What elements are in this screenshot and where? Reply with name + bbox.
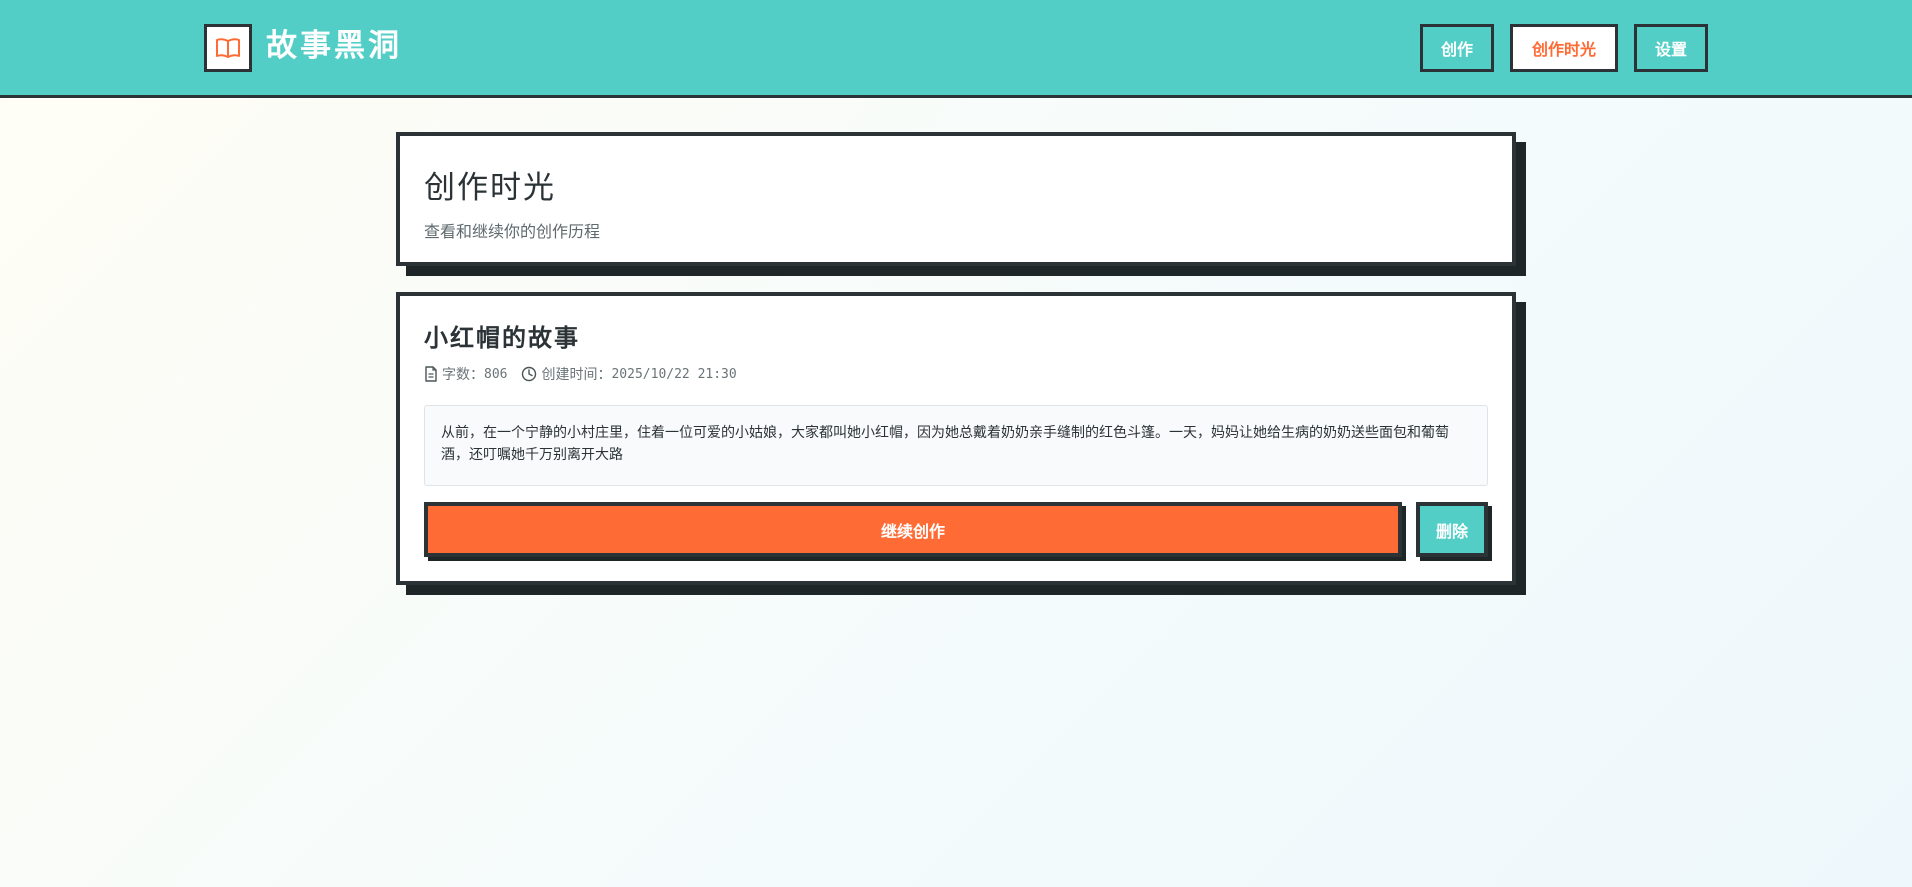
story-excerpt: 从前，在一个宁静的小村庄里，住着一位可爱的小姑娘，大家都叫她小红帽，因为她总戴着… <box>424 405 1488 486</box>
page-header-card: 创作时光 查看和继续你的创作历程 <box>396 132 1516 266</box>
story-meta: 字数： 806 创建时间： 2025/10/22 21:30 <box>424 364 751 384</box>
nav-history-button[interactable]: 创作时光 <box>1510 24 1618 72</box>
page-subtitle: 查看和继续你的创作历程 <box>424 222 601 241</box>
story-card: 小红帽的故事 字数： 806 创建时间： 2025/10/22 21:30 从前… <box>396 292 1516 585</box>
document-icon <box>425 366 437 382</box>
word-count: 字数： 806 <box>424 364 507 384</box>
story-title: 小红帽的故事 <box>424 323 580 352</box>
app-title: 故事黑洞 <box>266 28 402 64</box>
nav-create-button[interactable]: 创作 <box>1420 24 1494 72</box>
created-value: 2025/10/22 21:30 <box>611 366 737 382</box>
word-count-value: 806 <box>484 366 508 382</box>
continue-writing-button[interactable]: 继续创作 <box>424 502 1402 557</box>
logo[interactable] <box>204 24 252 72</box>
open-book-icon <box>216 38 240 58</box>
created-label: 创建时间： <box>541 367 612 383</box>
word-count-label: 字数： <box>442 367 484 383</box>
page-title: 创作时光 <box>424 170 556 206</box>
clock-icon <box>522 366 537 382</box>
top-header: 故事黑洞 创作 创作时光 设置 <box>0 0 1912 98</box>
created-time: 创建时间： 2025/10/22 21:30 <box>521 364 737 384</box>
nav-settings-button[interactable]: 设置 <box>1634 24 1708 72</box>
delete-button[interactable]: 删除 <box>1416 502 1488 557</box>
